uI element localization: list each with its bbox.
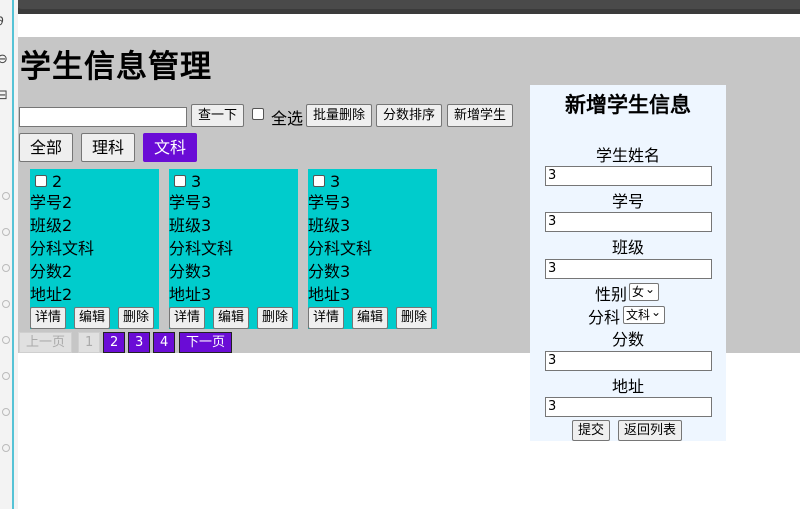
sort-by-score-button[interactable]: 分数排序 [376,104,443,127]
browser-tab-strip [16,0,800,9]
class-label: 班级 [611,238,644,257]
search-input[interactable] [19,107,187,127]
add-student-form: 新增学生信息 学生姓名 3 学号 3 班级 3 性别 女 分科 文科 分数 3 … [530,85,726,441]
student-card: 2 学号2 班级2 分科文科 分数2 地址2 详情 编辑 删除 [30,169,159,329]
card-checkbox[interactable] [35,175,47,187]
name-label: 学生姓名 [595,146,660,165]
gender-label: 性别 [595,285,628,304]
score-label: 分数 [611,330,644,349]
next-page-button[interactable]: 下一页 [179,332,233,353]
student-card: 3 学号3 班级3 分科文科 分数3 地址3 详情 编辑 删除 [308,169,437,329]
page-button-4[interactable]: 4 [153,332,176,353]
partial-icon: ⊟ [0,88,8,103]
side-dot-icon [2,444,10,452]
card-class: 班级3 [169,216,212,235]
select-all-checkbox[interactable] [252,108,264,120]
page-title: 学生信息管理 [20,49,212,85]
card-class: 班级3 [308,216,351,235]
page-button-3[interactable]: 3 [128,332,151,353]
subject-label: 分科 [588,308,621,327]
side-dot-icon [2,408,10,416]
class-input[interactable]: 3 [545,259,712,279]
add-student-button[interactable]: 新增学生 [447,104,514,127]
submit-button[interactable]: 提交 [572,420,611,441]
card-student-no: 学号3 [308,193,351,212]
partial-icon: ∂ [0,14,4,29]
address-label: 地址 [611,377,644,396]
side-dot-icon [2,372,10,380]
prev-page-button[interactable]: 上一页 [19,332,73,353]
side-dot-icon [2,264,10,272]
card-id: 3 [330,172,341,191]
left-side-strip: ∂ ⊖ ⊟ [0,0,18,509]
card-student-no: 学号3 [169,193,212,212]
student-no-label: 学号 [611,192,644,211]
page-button-1[interactable]: 1 [78,332,101,353]
name-input[interactable]: 3 [545,166,712,186]
delete-button[interactable]: 删除 [396,307,433,329]
delete-button[interactable]: 删除 [257,307,294,329]
card-subject: 分科文科 [30,239,95,258]
card-id: 3 [191,172,202,191]
search-button[interactable]: 查一下 [191,104,245,127]
card-address: 地址3 [308,285,351,304]
filter-all[interactable]: 全部 [19,133,74,162]
window-edge [12,0,14,509]
card-score: 分数3 [308,262,351,281]
card-checkbox[interactable] [313,175,325,187]
batch-delete-button[interactable]: 批量删除 [306,104,373,127]
subject-select[interactable]: 文科 [623,304,666,324]
edit-button[interactable]: 编辑 [74,307,111,329]
edit-button[interactable]: 编辑 [352,307,389,329]
partial-icon: ⊖ [0,52,8,67]
detail-button[interactable]: 详情 [308,307,345,329]
student-card: 3 学号3 班级3 分科文科 分数3 地址3 详情 编辑 删除 [169,169,298,329]
card-subject: 分科文科 [308,239,373,258]
side-dot-icon [2,300,10,308]
browser-top-bar [0,0,800,14]
edit-button[interactable]: 编辑 [213,307,250,329]
filter-liberal-arts[interactable]: 文科 [143,133,198,162]
side-dot-icon [2,336,10,344]
card-address: 地址3 [169,285,212,304]
card-subject: 分科文科 [169,239,234,258]
delete-button[interactable]: 删除 [118,307,155,329]
gender-select[interactable]: 女 [629,281,660,301]
back-to-list-button[interactable]: 返回列表 [618,420,683,441]
detail-button[interactable]: 详情 [169,307,206,329]
card-checkbox[interactable] [174,175,186,187]
student-no-input[interactable]: 3 [545,212,712,232]
score-input[interactable]: 3 [545,351,712,371]
card-id: 2 [52,172,63,191]
card-score: 分数3 [169,262,212,281]
filter-science[interactable]: 理科 [81,133,136,162]
detail-button[interactable]: 详情 [30,307,67,329]
card-score: 分数2 [30,262,73,281]
card-student-no: 学号2 [30,193,73,212]
card-address: 地址2 [30,285,73,304]
form-title: 新增学生信息 [565,93,691,117]
select-all-label: 全选 [271,109,304,128]
side-dot-icon [2,192,10,200]
page-button-2[interactable]: 2 [103,332,126,353]
card-class: 班级2 [30,216,73,235]
address-input[interactable]: 3 [545,397,712,417]
side-dot-icon [2,228,10,236]
